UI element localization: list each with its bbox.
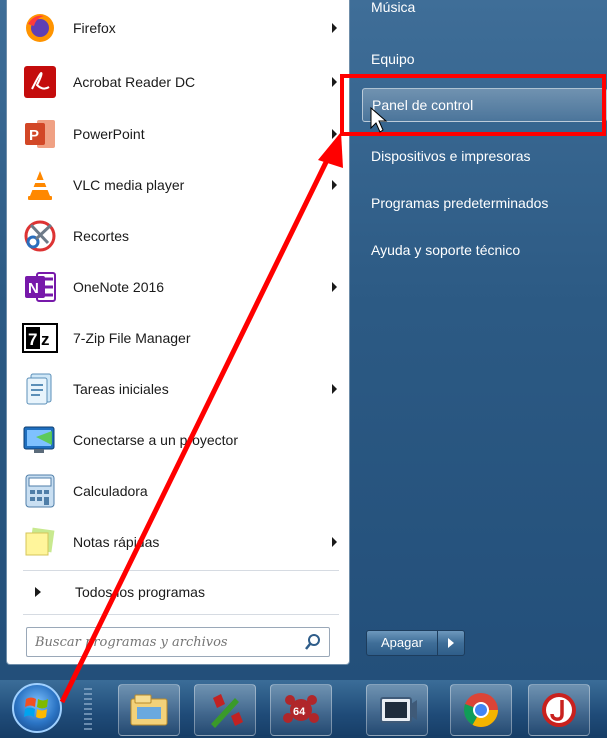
program-label: Firefox	[73, 20, 116, 36]
taskbar: 64	[0, 680, 607, 738]
program-label: 7-Zip File Manager	[73, 330, 191, 346]
program-item-firefox[interactable]: Firefox	[13, 4, 343, 52]
7zip-icon: 7z	[21, 319, 59, 357]
program-item-proyector[interactable]: Conectarse a un proyector	[13, 416, 343, 464]
search-input[interactable]	[33, 633, 295, 651]
shutdown-button[interactable]: Apagar	[366, 630, 438, 656]
java-icon	[542, 693, 576, 727]
submenu-arrow-icon[interactable]	[332, 129, 337, 139]
program-label: Calculadora	[73, 483, 148, 499]
program-label: VLC media player	[73, 177, 185, 193]
scissors-icon	[21, 217, 59, 255]
taskbar-gripper[interactable]	[84, 688, 92, 730]
app-icon	[211, 694, 243, 728]
all-programs-label: Todos los programas	[75, 584, 205, 600]
video-icon	[380, 697, 417, 723]
svg-text:N: N	[28, 280, 39, 297]
start-button[interactable]	[12, 683, 62, 733]
submenu-arrow-icon[interactable]	[332, 384, 337, 394]
shutdown-options-arrow-icon[interactable]	[437, 630, 465, 656]
sticky-notes-icon	[21, 523, 59, 561]
acrobat-icon	[21, 63, 59, 101]
taskbar-app[interactable]	[194, 684, 256, 736]
program-label: Recortes	[73, 228, 130, 244]
game-icon: 64	[283, 695, 319, 723]
submenu-arrow-icon[interactable]	[332, 23, 337, 33]
svg-text:z: z	[41, 330, 50, 349]
taskbar-video[interactable]	[366, 684, 428, 736]
onenote-icon: N	[21, 268, 59, 306]
program-item-acrobat[interactable]: Acrobat Reader DC	[13, 58, 343, 106]
submenu-arrow-icon[interactable]	[332, 282, 337, 292]
program-item-calculadora[interactable]: Calculadora	[13, 467, 343, 515]
annotation-highlight-box	[340, 74, 606, 136]
program-item-powerpoint[interactable]: P PowerPoint	[13, 110, 343, 158]
submenu-arrow-icon[interactable]	[332, 537, 337, 547]
program-item-recortes[interactable]: Recortes	[13, 212, 343, 260]
right-item-dispositivos[interactable]: Dispositivos e impresoras	[362, 139, 607, 173]
program-label: Notas rápidas	[73, 534, 160, 550]
taskbar-java[interactable]	[528, 684, 590, 736]
getting-started-icon	[21, 370, 59, 408]
program-label: Acrobat Reader DC	[73, 74, 196, 90]
taskbar-file-explorer[interactable]	[118, 684, 180, 736]
right-item-equipo[interactable]: Equipo	[362, 42, 607, 76]
search-icon[interactable]	[303, 632, 323, 652]
program-label: OneNote 2016	[73, 279, 165, 295]
program-item-7zip[interactable]: 7z 7-Zip File Manager	[13, 314, 343, 362]
separator	[23, 570, 339, 571]
taskbar-game[interactable]: 64	[270, 684, 332, 736]
program-list-pane: Firefox Acrobat Reader DC P PowerPoint V…	[6, 0, 350, 665]
program-item-onenote[interactable]: N OneNote 2016	[13, 263, 343, 311]
expand-arrow-icon	[35, 587, 41, 597]
windows-logo-icon	[24, 697, 48, 719]
submenu-arrow-icon[interactable]	[332, 77, 337, 87]
file-explorer-icon	[130, 694, 168, 726]
vlc-icon	[21, 166, 59, 204]
program-item-vlc[interactable]: VLC media player	[13, 161, 343, 209]
projector-icon	[21, 421, 59, 459]
firefox-icon	[21, 9, 59, 47]
separator	[23, 614, 339, 615]
game-badge: 64	[293, 706, 306, 718]
svg-text:P: P	[29, 127, 39, 144]
right-item-programas-predeterminados[interactable]: Programas predeterminados	[362, 186, 607, 220]
program-label: Tareas iniciales	[73, 381, 169, 397]
program-label: PowerPoint	[73, 126, 145, 142]
program-item-notas-rapidas[interactable]: Notas rápidas	[13, 518, 343, 566]
all-programs-item[interactable]: Todos los programas	[13, 574, 343, 610]
powerpoint-icon: P	[21, 115, 59, 153]
calculator-icon	[21, 472, 59, 510]
search-box[interactable]	[26, 627, 330, 657]
chrome-icon	[463, 693, 498, 727]
submenu-arrow-icon[interactable]	[332, 180, 337, 190]
shutdown-control: Apagar	[366, 630, 465, 656]
right-item-ayuda[interactable]: Ayuda y soporte técnico	[362, 233, 607, 267]
program-item-tareas-iniciales[interactable]: Tareas iniciales	[13, 365, 343, 413]
program-label: Conectarse a un proyector	[73, 432, 238, 448]
right-item-musica[interactable]: Música	[362, 0, 607, 24]
svg-text:7: 7	[28, 330, 37, 349]
taskbar-chrome[interactable]	[450, 684, 512, 736]
